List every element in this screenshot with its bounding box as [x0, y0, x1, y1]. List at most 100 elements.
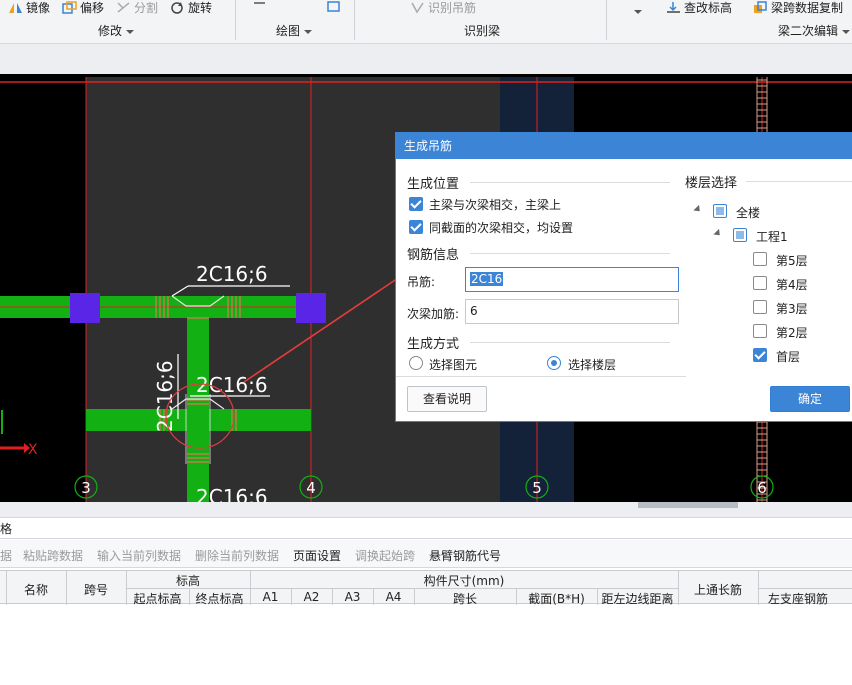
secondary-edit-group-label[interactable]: 梁二次编辑 [778, 22, 851, 39]
hanger-input-value: 2C16 [470, 272, 504, 286]
chevron-down-icon [634, 10, 642, 14]
ribbon-divider [606, 0, 607, 40]
tree-floor-item[interactable]: 第4层 [686, 275, 852, 295]
offset-icon [62, 0, 77, 14]
hanger-input[interactable]: 2C16 [465, 267, 679, 292]
mirror-label: 镜像 [26, 0, 51, 15]
floor-checkbox[interactable] [753, 348, 767, 362]
elevation-icon [666, 1, 681, 14]
floor-label: 第5层 [776, 254, 808, 268]
modify-group-label[interactable]: 修改 [98, 22, 135, 39]
panel-title: 格 [0, 522, 13, 536]
collapse-arrow-icon[interactable] [713, 228, 723, 239]
floor-section-title: 楼层选择 [685, 176, 738, 191]
select-floors-radio[interactable] [547, 356, 561, 370]
rebar-section-title: 钢筋信息 [407, 248, 460, 263]
svg-text:5: 5 [532, 479, 542, 497]
main-secondary-label: 主梁与次梁相交，主梁上 [429, 198, 562, 212]
ucs-axis-icon: X [0, 410, 38, 458]
small-dropdown[interactable] [630, 4, 642, 20]
tree-item-all[interactable]: 全楼 [686, 203, 852, 223]
splitter-handle[interactable] [638, 502, 738, 508]
tree-all-label: 全楼 [736, 206, 761, 220]
identify-hanger-button[interactable]: 识别吊筋 [410, 0, 476, 15]
column [296, 293, 326, 323]
all-checkbox[interactable] [713, 204, 727, 218]
col-a3[interactable]: A3 [332, 590, 373, 604]
floor-tree[interactable]: 全楼 工程1 第5层 第4层 第3层 第2层 首层 [686, 196, 852, 372]
mirror-button[interactable]: 镜像 [8, 0, 50, 15]
ok-button[interactable]: 确定 [770, 386, 850, 412]
panel-toolbar: 据 粘贴跨数据 输入当前列数据 删除当前列数据 页面设置 调换起始跨 悬臂钢筋代… [0, 540, 852, 568]
draw-tools[interactable] [252, 0, 267, 15]
tree-floor-item[interactable]: 第3层 [686, 299, 852, 319]
grid-header: 名称 跨号 标高 起点标高 终点标高 构件尺寸(mm) A1 A2 A3 A4 … [0, 570, 852, 606]
dialog-title[interactable]: 生成吊筋 [396, 133, 852, 159]
draw-group-label[interactable]: 绘图 [276, 22, 313, 39]
cantilever-rebar-code-button[interactable]: 悬臂钢筋代号 [429, 547, 501, 564]
paste-span-data-button[interactable]: 粘贴跨数据 [23, 547, 83, 564]
rotate-button[interactable]: 旋转 [170, 0, 212, 15]
generate-hanger-dialog: 生成吊筋 生成位置 主梁与次梁相交，主梁上 同截面的次梁相交，均设置 钢筋信息 … [395, 132, 852, 422]
rebar-label: 2C16;6 [196, 485, 268, 502]
select-elements-radio[interactable] [409, 356, 423, 370]
method-section-title: 生成方式 [407, 337, 460, 352]
col-member-size[interactable]: 构件尺寸(mm) [250, 572, 678, 589]
rotate-icon [170, 1, 185, 14]
col-a4[interactable]: A4 [373, 590, 414, 604]
rectangle-tool[interactable] [326, 0, 341, 15]
split-label: 分割 [134, 0, 159, 15]
check-elevation-label: 查改标高 [684, 0, 733, 15]
swap-start-span-button[interactable]: 调换起始跨 [355, 547, 415, 564]
tree-floor-item[interactable]: 第2层 [686, 323, 852, 343]
rebar-label: 2C16;6 [196, 262, 268, 286]
identify-hanger-label: 识别吊筋 [428, 0, 477, 15]
mirror-icon [8, 1, 23, 14]
floor-checkbox[interactable] [753, 276, 767, 290]
select-elements-label: 选择图元 [429, 358, 478, 372]
panel-tool[interactable]: 据 [0, 547, 12, 564]
floor-checkbox[interactable] [753, 252, 767, 266]
col-a2[interactable]: A2 [291, 590, 332, 604]
split-button[interactable]: 分割 [116, 0, 158, 15]
toolbar-gap [0, 44, 852, 74]
grid-body[interactable] [0, 605, 852, 685]
floor-label: 第4层 [776, 278, 808, 292]
secondary-add-input-value: 6 [470, 304, 478, 318]
line-icon [252, 1, 267, 14]
splitter-bar[interactable] [0, 502, 852, 518]
copy-span-data-button[interactable]: 梁跨数据复制 [753, 0, 843, 15]
svg-text:6: 6 [757, 479, 767, 497]
floor-checkbox[interactable] [753, 300, 767, 314]
tree-project-label: 工程1 [756, 230, 788, 244]
tree-floor-item[interactable]: 首层 [686, 347, 852, 367]
floor-checkbox[interactable] [753, 324, 767, 338]
split-icon [116, 1, 131, 14]
check-elevation-button[interactable]: 查改标高 [666, 0, 732, 15]
input-column-data-button[interactable]: 输入当前列数据 [97, 547, 181, 564]
ribbon-divider [354, 0, 355, 40]
secondary-add-label: 次梁加筋: [407, 307, 460, 321]
col-name[interactable]: 名称 [6, 581, 66, 598]
same-section-checkbox[interactable] [409, 220, 423, 234]
floor-label: 首层 [776, 350, 801, 364]
svg-text:3: 3 [81, 479, 91, 497]
tree-item-project[interactable]: 工程1 [686, 227, 852, 247]
tree-floor-item[interactable]: 第5层 [686, 251, 852, 271]
col-elevation[interactable]: 标高 [126, 572, 250, 589]
secondary-add-input[interactable]: 6 [465, 299, 679, 324]
panel-title-bar: 格 [0, 519, 852, 539]
axis-bubble-6[interactable]: 6 [750, 475, 774, 499]
page-setup-button[interactable]: 页面设置 [293, 547, 341, 564]
svg-text:4: 4 [306, 479, 316, 497]
view-help-button[interactable]: 查看说明 [407, 386, 487, 412]
main-secondary-checkbox[interactable] [409, 197, 423, 211]
col-span-no[interactable]: 跨号 [66, 581, 126, 598]
offset-button[interactable]: 偏移 [62, 0, 104, 15]
floor-label: 第2层 [776, 326, 808, 340]
project-checkbox[interactable] [733, 228, 747, 242]
col-top-long-bar[interactable]: 上通长筋 [678, 581, 758, 598]
col-a1[interactable]: A1 [250, 590, 291, 604]
collapse-arrow-icon[interactable] [693, 204, 703, 215]
delete-column-data-button[interactable]: 删除当前列数据 [195, 547, 279, 564]
